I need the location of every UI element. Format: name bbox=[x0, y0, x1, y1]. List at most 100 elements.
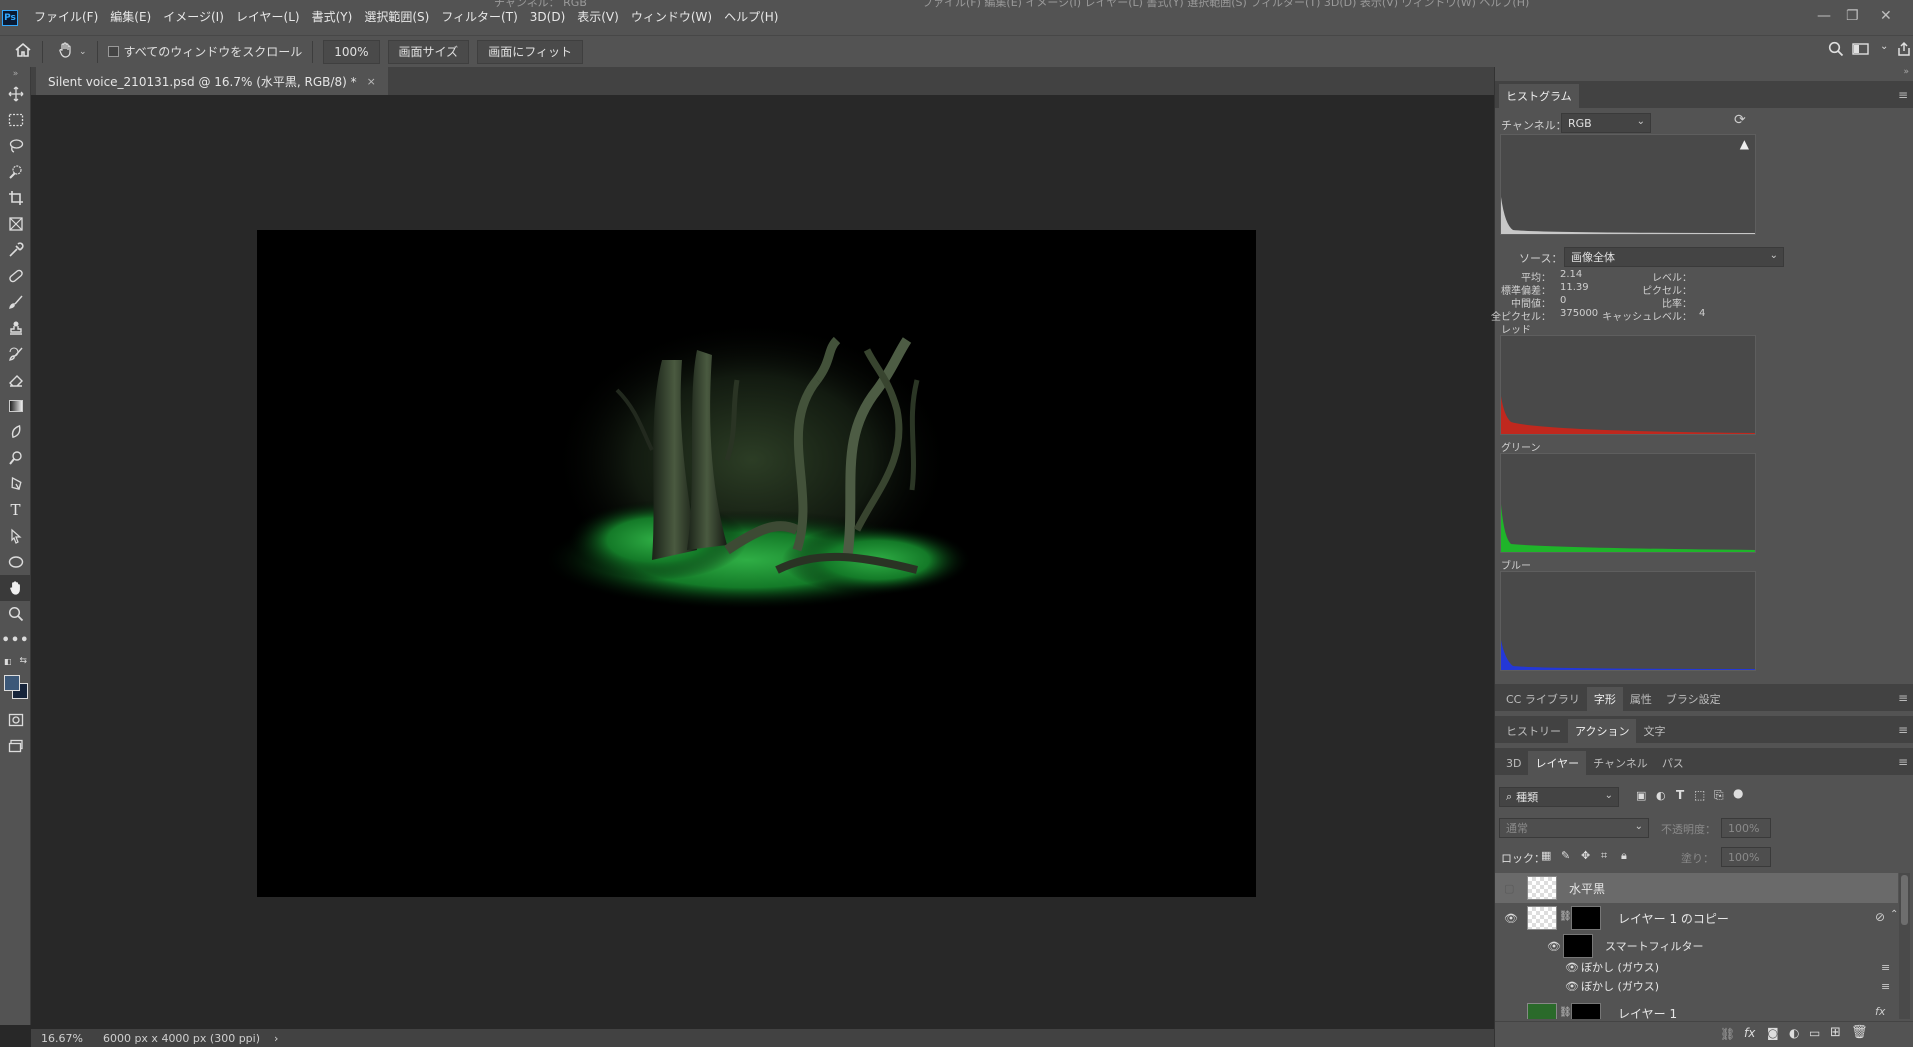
default-colors-icon[interactable]: ◧ ⇆ bbox=[0, 653, 31, 669]
history-brush-tool-icon[interactable] bbox=[0, 341, 31, 367]
status-menu-arrow-icon[interactable]: › bbox=[274, 1032, 278, 1045]
gradient-tool-icon[interactable] bbox=[0, 393, 31, 419]
filter-shape-icon[interactable]: ⬚ bbox=[1694, 788, 1705, 802]
menu-edit[interactable]: 編集(E) bbox=[104, 0, 157, 35]
workspace-chevron-icon[interactable]: ⌄ bbox=[1880, 41, 1888, 52]
path-selection-tool-icon[interactable] bbox=[0, 523, 31, 549]
crop-tool-icon[interactable] bbox=[0, 185, 31, 211]
layer-mask-thumbnail[interactable] bbox=[1571, 906, 1601, 930]
menu-window[interactable]: ウィンドウ(W) bbox=[625, 0, 718, 35]
panel-menu-icon[interactable]: ≡ bbox=[1898, 755, 1908, 769]
eraser-tool-icon[interactable] bbox=[0, 367, 31, 393]
visibility-toggle-off-icon[interactable]: ▢ bbox=[1504, 882, 1518, 895]
layers-scrollbar[interactable] bbox=[1899, 873, 1910, 1019]
brush-tool-icon[interactable] bbox=[0, 289, 31, 315]
filter-options-icon[interactable]: ≡ bbox=[1881, 980, 1890, 993]
type-tool-icon[interactable]: T bbox=[0, 497, 31, 523]
scrollbar-thumb[interactable] bbox=[1901, 875, 1908, 925]
quick-mask-icon[interactable] bbox=[0, 707, 31, 733]
clone-stamp-tool-icon[interactable] bbox=[0, 315, 31, 341]
share-icon[interactable] bbox=[1896, 41, 1912, 61]
dodge-tool-icon[interactable] bbox=[0, 445, 31, 471]
tab-channels[interactable]: チャンネル bbox=[1586, 751, 1655, 775]
more-tools-icon[interactable]: ••• bbox=[0, 627, 31, 653]
workspace-icon[interactable] bbox=[1852, 41, 1870, 61]
eye-icon[interactable]: 👁︎ bbox=[1504, 912, 1518, 925]
link-icon[interactable]: ⛓︎ bbox=[1559, 911, 1572, 922]
menu-type[interactable]: 書式(Y) bbox=[306, 0, 359, 35]
panel-menu-icon[interactable]: ≡ bbox=[1898, 723, 1908, 737]
healing-brush-tool-icon[interactable] bbox=[0, 263, 31, 289]
histogram-panel-menu-icon[interactable]: ≡ bbox=[1898, 88, 1908, 102]
ellipse-tool-icon[interactable] bbox=[0, 549, 31, 575]
move-tool-icon[interactable] bbox=[0, 81, 31, 107]
filter-type-icon[interactable]: T bbox=[1676, 788, 1684, 802]
tab-glyphs[interactable]: 字形 bbox=[1586, 687, 1623, 711]
home-icon[interactable] bbox=[14, 42, 32, 62]
pen-tool-icon[interactable] bbox=[0, 471, 31, 497]
menu-image[interactable]: イメージ(I) bbox=[157, 0, 230, 35]
fill-field[interactable]: 100% bbox=[1721, 847, 1771, 867]
delete-layer-icon[interactable]: 🗑︎ bbox=[1851, 1025, 1868, 1040]
chevron-up-icon[interactable]: ⌃ bbox=[1890, 909, 1898, 920]
quick-selection-tool-icon[interactable] bbox=[0, 159, 31, 185]
filter-smartobject-icon[interactable]: ⎘ bbox=[1714, 788, 1724, 803]
eye-icon[interactable]: 👁︎ bbox=[1565, 980, 1579, 993]
filter-pixel-icon[interactable]: ▣ bbox=[1636, 789, 1646, 802]
tab-cc-libraries[interactable]: CC ライブラリ bbox=[1499, 687, 1587, 711]
frame-tool-icon[interactable] bbox=[0, 211, 31, 237]
panel-menu-icon[interactable]: ≡ bbox=[1898, 691, 1908, 705]
lock-position-icon[interactable]: ✥ bbox=[1581, 849, 1590, 862]
menu-help[interactable]: ヘルプ(H) bbox=[718, 0, 784, 35]
close-window-icon[interactable]: ✕ bbox=[1880, 8, 1892, 24]
tab-character[interactable]: 文字 bbox=[1636, 719, 1672, 743]
filter-adjustment-icon[interactable]: ◐ bbox=[1656, 789, 1666, 802]
menu-select[interactable]: 選択範囲(S) bbox=[358, 0, 435, 35]
add-mask-icon[interactable]: ◙ bbox=[1767, 1026, 1779, 1040]
blend-mode-select[interactable]: 通常 ⌄ bbox=[1499, 818, 1649, 838]
restore-icon[interactable]: ❐ bbox=[1846, 8, 1859, 24]
hand-tool-icon[interactable] bbox=[57, 41, 75, 63]
lock-artboard-icon[interactable]: ⌗ bbox=[1601, 849, 1607, 863]
fit-screen-button[interactable]: 画面にフィット bbox=[477, 39, 583, 64]
screen-mode-icon[interactable] bbox=[0, 733, 31, 759]
eye-icon[interactable]: 👁︎ bbox=[1547, 940, 1561, 953]
fx-icon[interactable]: fx bbox=[1875, 1005, 1885, 1018]
layer-row-horizontal-black[interactable]: ▢ 水平黒 bbox=[1495, 873, 1898, 903]
menu-layer[interactable]: レイヤー(L) bbox=[230, 0, 306, 35]
hand-tool-active-icon[interactable] bbox=[0, 575, 31, 601]
smart-filter-mask-thumbnail[interactable] bbox=[1563, 934, 1593, 958]
layer-row-gaussian-blur-1[interactable]: 👁︎ ぼかし (ガウス) ≡ bbox=[1495, 957, 1898, 977]
close-document-icon[interactable]: × bbox=[367, 75, 376, 88]
tab-paths[interactable]: パス bbox=[1655, 751, 1691, 775]
tab-3d[interactable]: 3D bbox=[1499, 751, 1528, 775]
menu-file[interactable]: ファイル(F) bbox=[28, 0, 104, 35]
fill-screen-button[interactable]: 画面サイズ bbox=[387, 39, 470, 64]
refresh-icon[interactable]: ⟳ bbox=[1734, 112, 1746, 128]
layer-filter-select[interactable]: ⌕ 種類 ⌄ bbox=[1499, 787, 1619, 807]
tab-properties[interactable]: 属性 bbox=[1623, 687, 1659, 711]
layer-mask-thumbnail[interactable] bbox=[1571, 1003, 1601, 1019]
filter-options-icon[interactable]: ≡ bbox=[1881, 961, 1890, 974]
new-group-icon[interactable]: ▭ bbox=[1809, 1026, 1820, 1040]
foreground-color-swatch[interactable] bbox=[4, 675, 20, 691]
color-swatches[interactable] bbox=[0, 669, 31, 707]
tab-layers[interactable]: レイヤー bbox=[1528, 751, 1587, 775]
opacity-field[interactable]: 100% bbox=[1721, 818, 1771, 838]
document-canvas[interactable] bbox=[257, 230, 1256, 897]
checkbox-box[interactable] bbox=[107, 46, 119, 57]
new-layer-icon[interactable]: ⊞ bbox=[1830, 1025, 1841, 1040]
canvas-area[interactable] bbox=[40, 97, 1474, 1029]
new-adjustment-icon[interactable]: ◐ bbox=[1789, 1026, 1799, 1040]
link-icon[interactable]: ⛓︎ bbox=[1559, 1007, 1572, 1018]
collapse-toolbar-icon[interactable]: » bbox=[0, 67, 31, 81]
minimize-icon[interactable]: — bbox=[1817, 8, 1831, 24]
add-style-icon[interactable]: fx bbox=[1744, 1026, 1755, 1040]
warning-icon[interactable]: ▲ bbox=[1740, 137, 1749, 151]
zoom-level[interactable]: 16.67% bbox=[41, 1032, 83, 1045]
lock-all-icon[interactable]: 🔒︎ bbox=[1621, 849, 1627, 863]
blur-tool-icon[interactable] bbox=[0, 419, 31, 445]
channel-select[interactable]: RGB ⌄ bbox=[1561, 113, 1651, 133]
marquee-tool-icon[interactable] bbox=[0, 107, 31, 133]
lasso-tool-icon[interactable] bbox=[0, 133, 31, 159]
